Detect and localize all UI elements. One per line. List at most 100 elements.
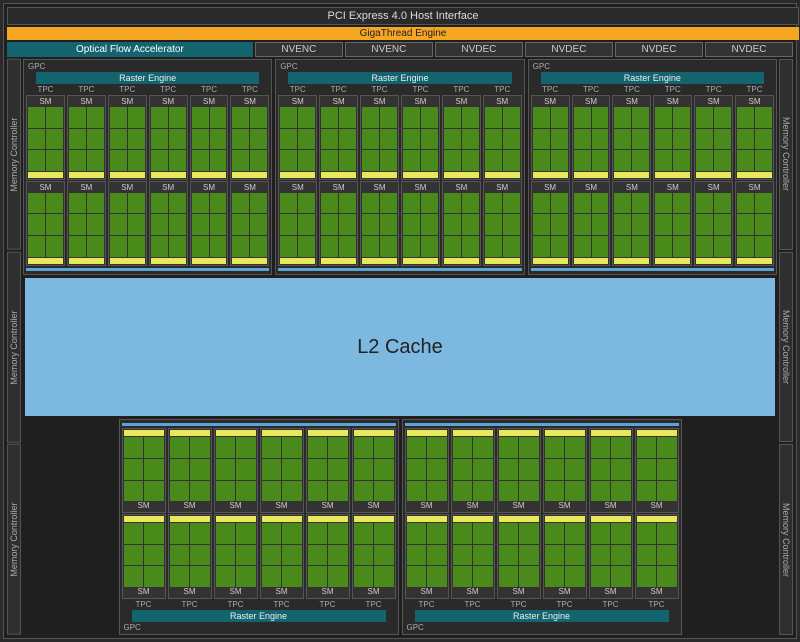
sm-cache-strip [28, 258, 63, 264]
sm-block: SM [451, 514, 495, 599]
sm-label: SM [321, 97, 356, 107]
sm-row: SMSMSMSMSMSM [122, 428, 396, 513]
sm-block: SM [612, 181, 651, 266]
sm-label: SM [574, 97, 609, 107]
sm-cores [262, 523, 302, 587]
sm-block: SM [735, 95, 774, 180]
sm-cache-strip [533, 258, 568, 264]
sm-cache-strip [444, 258, 479, 264]
sm-cores [407, 437, 447, 501]
raster-engine: Raster Engine [288, 72, 511, 84]
sm-block: SM [405, 514, 449, 599]
sm-cores [354, 523, 394, 587]
sm-label: SM [110, 97, 145, 107]
raster-engine: Raster Engine [36, 72, 259, 84]
sm-block: SM [442, 95, 481, 180]
sm-cache-strip [28, 172, 63, 178]
sm-block: SM [26, 181, 65, 266]
sm-label: SM [262, 587, 302, 597]
sm-block: SM [190, 181, 229, 266]
sm-block: SM [401, 95, 440, 180]
sm-cache-strip [444, 172, 479, 178]
sm-cores [591, 523, 631, 587]
sm-block: SM [635, 514, 679, 599]
sm-label: SM [170, 587, 210, 597]
sm-block: SM [543, 514, 587, 599]
tpc-label: TPC [572, 85, 611, 94]
sm-block: SM [653, 181, 692, 266]
sm-block: SM [352, 514, 396, 599]
sm-row: SMSMSMSMSMSM [531, 181, 774, 266]
sm-cache-strip [362, 172, 397, 178]
interconnect [122, 422, 396, 427]
sm-block: SM [230, 95, 269, 180]
sm-row: SMSMSMSMSMSM [405, 514, 679, 599]
tpc-label: TPC [278, 85, 317, 94]
tpc-label: TPC [149, 85, 188, 94]
sm-cache-strip [151, 258, 186, 264]
sm-cache-strip [485, 258, 520, 264]
sm-cores [407, 523, 447, 587]
memory-controller: Memory Controller [7, 59, 21, 250]
tpc-label: TPC [360, 85, 399, 94]
sm-label: SM [637, 587, 677, 597]
sm-label: SM [28, 183, 63, 193]
sm-block: SM [497, 514, 541, 599]
sm-cores [321, 193, 356, 257]
sm-block: SM [694, 181, 733, 266]
sm-cache-strip [308, 430, 348, 436]
tpc-label: TPC [497, 600, 541, 609]
sm-cache-strip [110, 258, 145, 264]
sm-cache-strip [280, 258, 315, 264]
memory-controller: Memory Controller [779, 252, 793, 443]
sm-cache-strip [637, 430, 677, 436]
sm-label: SM [110, 183, 145, 193]
sm-cores [499, 523, 539, 587]
sm-label: SM [737, 97, 772, 107]
nvdec-block: NVDEC [525, 42, 613, 57]
sm-block: SM [149, 95, 188, 180]
sm-cores [69, 107, 104, 171]
sm-block: SM [306, 514, 350, 599]
sm-cores [637, 523, 677, 587]
sm-label: SM [403, 183, 438, 193]
sm-cache-strip [637, 516, 677, 522]
sm-row: SMSMSMSMSMSM [26, 181, 269, 266]
sm-cache-strip [614, 172, 649, 178]
gpu-frame: PCI Express 4.0 Host Interface GigaThrea… [3, 3, 797, 639]
sm-cores [28, 193, 63, 257]
sm-label: SM [170, 501, 210, 511]
gigathread-engine: GigaThread Engine [7, 27, 799, 40]
sm-cores [499, 437, 539, 501]
sm-label: SM [69, 97, 104, 107]
sm-cache-strip [737, 258, 772, 264]
sm-label: SM [591, 587, 631, 597]
sm-label: SM [696, 97, 731, 107]
sm-block: SM [122, 514, 166, 599]
nvdec-block: NVDEC [435, 42, 523, 57]
tpc-label: TPC [531, 85, 570, 94]
sm-cores [151, 193, 186, 257]
sm-cores [403, 107, 438, 171]
sm-label: SM [533, 183, 568, 193]
sm-label: SM [591, 501, 631, 511]
sm-cores [403, 193, 438, 257]
tpc-label: TPC [589, 600, 633, 609]
sm-cores [362, 107, 397, 171]
sm-block: SM [168, 428, 212, 513]
sm-cores [545, 523, 585, 587]
sm-cores [262, 437, 302, 501]
sm-block: SM [531, 95, 570, 180]
sm-label: SM [69, 183, 104, 193]
sm-cores [696, 107, 731, 171]
sm-block: SM [543, 428, 587, 513]
gpc-label: GPC [405, 623, 679, 632]
tpc-label-row: TPCTPCTPCTPCTPCTPC [26, 85, 269, 94]
gpc-block: SMSMSMSMSMSMSMSMSMSMSMSMTPCTPCTPCTPCTPCT… [402, 419, 682, 635]
sm-cache-strip [110, 172, 145, 178]
optical-flow-accelerator: Optical Flow Accelerator [7, 42, 253, 57]
sm-cache-strip [614, 258, 649, 264]
gpc-block: GPCRaster EngineTPCTPCTPCTPCTPCTPCSMSMSM… [23, 59, 272, 275]
sm-block: SM [230, 181, 269, 266]
sm-cache-strip [574, 172, 609, 178]
